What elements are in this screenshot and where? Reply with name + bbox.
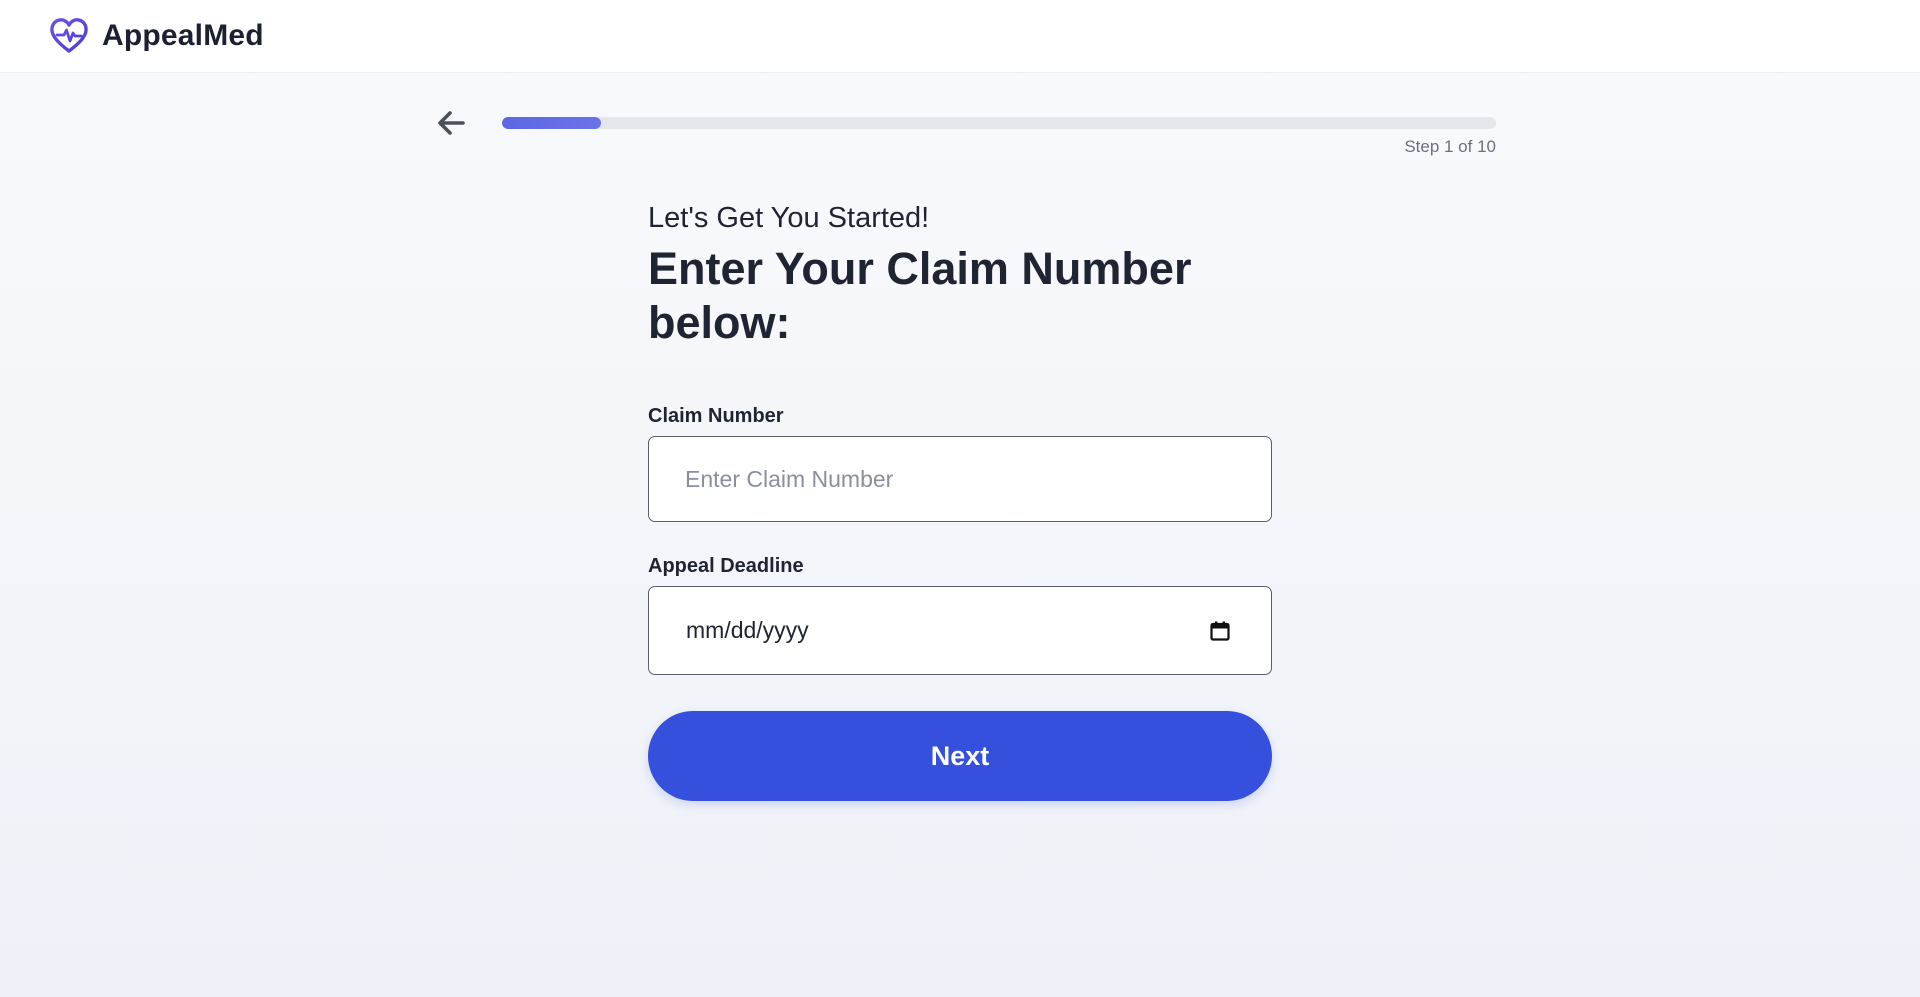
arrow-left-icon: [438, 111, 465, 135]
appeal-deadline-value: mm/dd/yyyy: [686, 617, 809, 643]
next-button[interactable]: Next: [648, 711, 1272, 801]
page-title: Enter Your Claim Number below:: [648, 243, 1192, 348]
appeal-deadline-label: Appeal Deadline: [648, 555, 804, 577]
app-name: AppealMed: [102, 19, 264, 52]
claim-form: Let's Get You Started! Enter Your Claim …: [648, 198, 1272, 801]
brand[interactable]: AppealMed: [49, 17, 264, 55]
progress-bar: [502, 117, 1496, 129]
claim-number-input[interactable]: [648, 436, 1272, 522]
claim-number-label: Claim Number: [648, 405, 784, 427]
calendar-icon[interactable]: [1209, 620, 1231, 642]
top-bar: AppealMed: [0, 0, 1920, 73]
step-indicator: Step 1 of 10: [1404, 137, 1496, 156]
back-button[interactable]: [434, 106, 468, 140]
progress-fill: [502, 117, 602, 129]
form-subtitle: Let's Get You Started!: [648, 202, 930, 234]
heart-pulse-icon: [50, 18, 88, 53]
appeal-deadline-input[interactable]: mm/dd/yyyy: [648, 586, 1272, 675]
